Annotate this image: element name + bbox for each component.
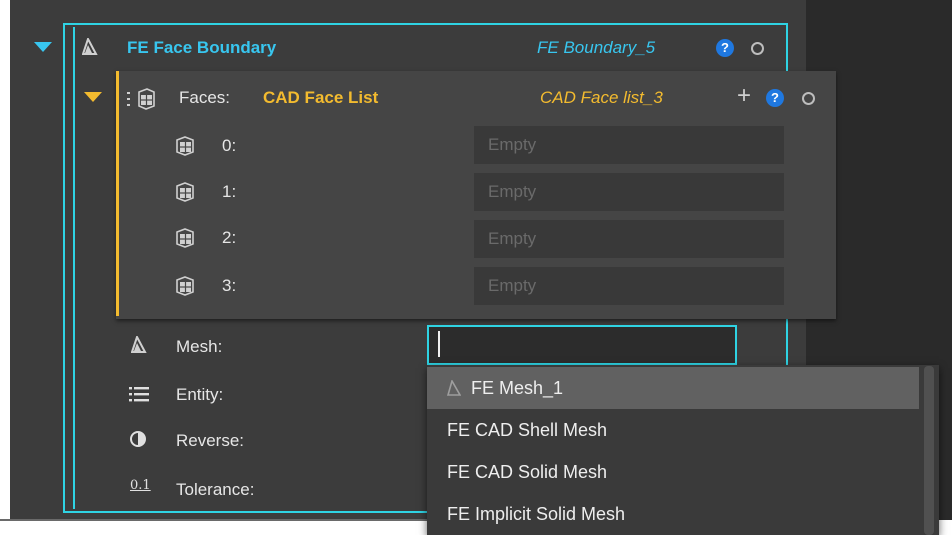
face-list-icon xyxy=(127,88,155,110)
dropdown-scrollbar[interactable] xyxy=(924,366,934,535)
dropdown-option-implicit-solid-mesh[interactable]: FE Implicit Solid Mesh xyxy=(427,493,919,535)
collapse-boundary-icon[interactable] xyxy=(34,42,52,52)
face-icon xyxy=(176,182,194,202)
boundary-instance-name: FE Boundary_5 xyxy=(537,38,656,57)
faces-instance-name: CAD Face list_3 xyxy=(540,88,663,107)
faces-label: Faces: xyxy=(179,88,231,107)
faces-help-icon[interactable]: ? xyxy=(766,89,784,107)
face-value-field[interactable]: Empty xyxy=(474,267,784,305)
tolerance-label: Tolerance: xyxy=(176,480,255,499)
face-value-field[interactable]: Empty xyxy=(474,220,784,258)
face-index: 0: xyxy=(222,136,237,155)
faces-type: CAD Face List xyxy=(263,88,379,107)
boundary-title: FE Face Boundary xyxy=(127,38,277,57)
face-index: 1: xyxy=(222,182,237,201)
dropdown-option-cad-solid-mesh[interactable]: FE CAD Solid Mesh xyxy=(427,451,919,493)
reverse-label: Reverse: xyxy=(176,431,245,450)
mesh-input[interactable] xyxy=(427,325,737,365)
list-icon xyxy=(129,387,149,402)
face-icon xyxy=(176,276,194,296)
add-face-icon[interactable]: + xyxy=(737,82,751,110)
decimal-icon: 0.1 xyxy=(130,478,151,493)
faces-options-icon[interactable] xyxy=(802,92,815,105)
entity-label: Entity: xyxy=(176,385,224,404)
boundary-help-icon[interactable]: ? xyxy=(716,39,734,57)
face-icon xyxy=(176,228,194,248)
panel-divider xyxy=(0,519,430,521)
mesh-input-caret xyxy=(438,331,440,357)
collapse-faces-icon[interactable] xyxy=(84,92,102,102)
boundary-icon xyxy=(82,38,98,55)
dropdown-option-cad-shell-mesh[interactable]: FE CAD Shell Mesh xyxy=(427,409,919,451)
face-value-field[interactable]: Empty xyxy=(474,126,784,164)
mesh-icon xyxy=(131,336,147,353)
mesh-option-icon xyxy=(446,378,462,396)
dropdown-option-label: FE Mesh_1 xyxy=(471,378,564,398)
boundary-node-inner-line xyxy=(73,27,75,509)
mesh-dropdown: FE Mesh_1 FE CAD Shell Mesh FE CAD Solid… xyxy=(427,365,939,535)
mesh-label: Mesh: xyxy=(176,337,223,356)
face-index: 3: xyxy=(222,276,237,295)
boundary-options-icon[interactable] xyxy=(751,42,764,55)
half-circle-icon xyxy=(130,431,146,447)
dropdown-option-mesh-1[interactable]: FE Mesh_1 xyxy=(427,367,919,409)
face-index: 2: xyxy=(222,228,237,247)
face-value-field[interactable]: Empty xyxy=(474,173,784,211)
face-icon xyxy=(176,136,194,156)
faces-node-bar xyxy=(116,71,119,316)
